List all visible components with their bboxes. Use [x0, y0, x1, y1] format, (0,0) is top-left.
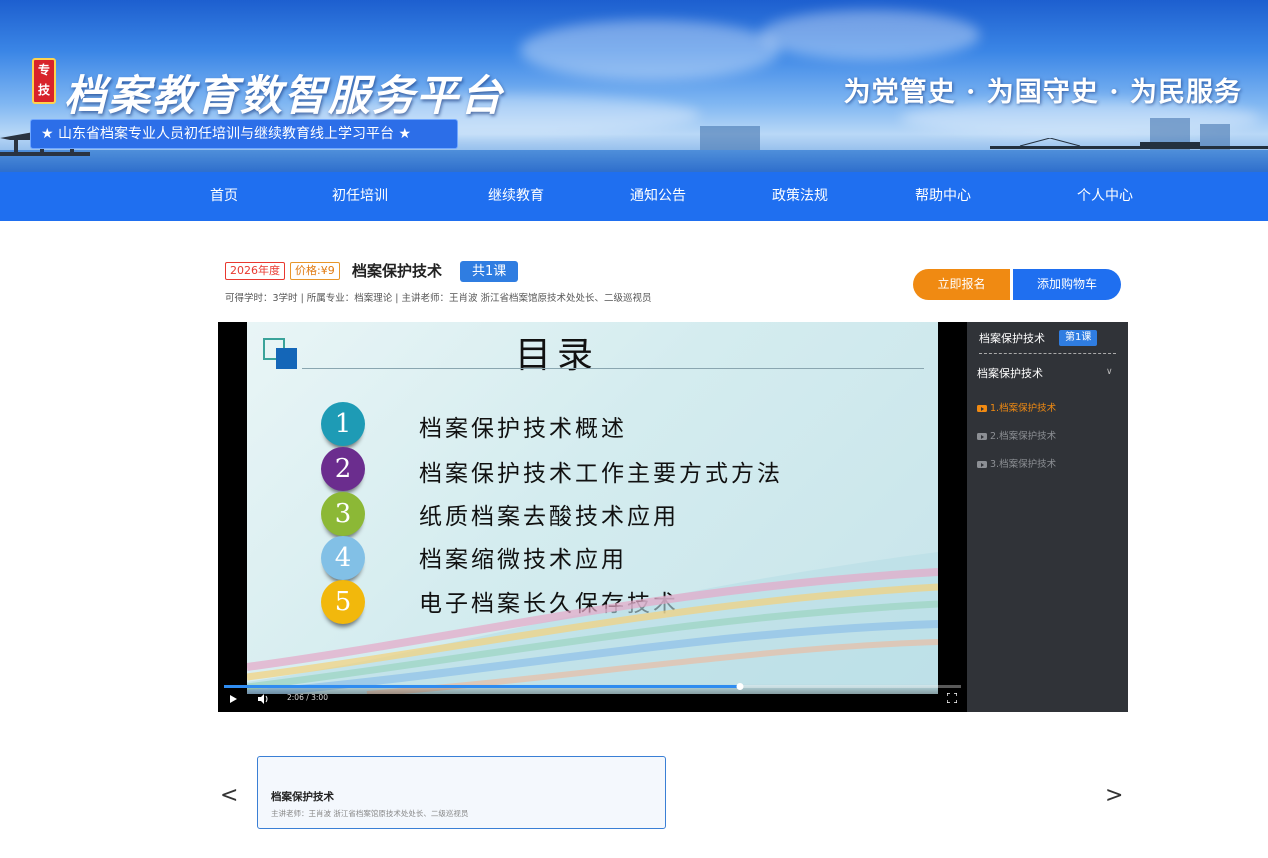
logo-badge: 专技 [32, 58, 56, 104]
player-controls [218, 684, 967, 712]
toc-number-1: 1 [321, 402, 365, 446]
carousel-prev-button[interactable]: < [220, 783, 238, 809]
play-icon[interactable] [230, 695, 237, 703]
sidebar-lesson-badge: 第1课 [1059, 330, 1098, 346]
main-nav: 首页 初任培训 继续教育 通知公告 政策法规 帮助中心 个人中心 [0, 172, 1268, 221]
slide-title: 目录 [515, 335, 600, 376]
nav-home[interactable]: 首页 [210, 172, 238, 221]
lesson-sidebar: 档案保护技术 第1课 档案保护技术 ∨ 1.档案保护技术 2.档案保护技术 3.… [967, 322, 1128, 712]
fullscreen-icon[interactable] [947, 693, 957, 703]
toc-item-3: 纸质档案去酸技术应用 [419, 504, 679, 530]
progress-handle[interactable] [736, 683, 744, 690]
video-icon [977, 461, 987, 468]
year-tag: 2026年度 [225, 262, 285, 280]
progress-fill [224, 685, 740, 688]
course-meta: 可得学时：3学时 | 所属专业：档案理论 | 主讲老师：王肖波 浙江省档案馆原技… [225, 293, 652, 304]
nav-notices[interactable]: 通知公告 [630, 172, 686, 221]
price-tag: 价格:¥9 [290, 262, 340, 280]
toc-number-2: 2 [321, 447, 365, 491]
pier-icon [990, 138, 1268, 149]
lesson-item-3[interactable]: 3.档案保护技术 [977, 456, 1056, 470]
toc-item-2: 档案保护技术工作主要方式方法 [419, 461, 783, 487]
lesson-count-badge: 共1课 [460, 261, 519, 282]
toc-item-1: 档案保护技术概述 [419, 416, 627, 442]
site-subtitle: ★ 山东省档案专业人员初任培训与继续教育线上学习平台 ★ [30, 119, 458, 149]
chevron-down-icon[interactable]: ∨ [1106, 367, 1113, 377]
sidebar-section-title[interactable]: 档案保护技术 [977, 365, 1043, 381]
lesson-card-teacher: 主讲老师：王肖波 浙江省档案馆原技术处处长、二级巡视员 [271, 809, 469, 818]
video-frame: 目录 1 档案保护技术概述 2 档案保护技术工作主要方式方法 3 纸质档案去酸技… [247, 322, 938, 694]
volume-icon[interactable] [258, 694, 270, 704]
lesson-item-2[interactable]: 2.档案保护技术 [977, 428, 1056, 442]
add-to-cart-button[interactable]: 添加购物车 [1013, 269, 1121, 300]
toc-number-3: 3 [321, 492, 365, 536]
lesson-item-label: 1.档案保护技术 [990, 403, 1057, 414]
lesson-item-1[interactable]: 1.档案保护技术 [977, 400, 1056, 414]
course-title: 档案保护技术 [352, 262, 443, 280]
video-icon [977, 405, 987, 412]
enroll-button[interactable]: 立即报名 [913, 269, 1010, 300]
lesson-card[interactable]: 档案保护技术 主讲老师：王肖波 浙江省档案馆原技术处处长、二级巡视员 [257, 756, 666, 829]
video-player[interactable]: 目录 1 档案保护技术概述 2 档案保护技术工作主要方式方法 3 纸质档案去酸技… [218, 322, 967, 712]
video-icon [977, 433, 987, 440]
slogan: 为党管史 · 为国守史 · 为民服务 [843, 77, 1242, 108]
nav-personal-center[interactable]: 个人中心 [1077, 172, 1133, 221]
header-banner: 专技 档案教育数智服务平台 ★ 山东省档案专业人员初任培训与继续教育线上学习平台… [0, 0, 1268, 172]
slide-divider [302, 368, 924, 369]
slide-decor-square-filled [276, 348, 297, 369]
lesson-card-title: 档案保护技术 [271, 791, 334, 803]
nav-initial-training[interactable]: 初任培训 [332, 172, 388, 221]
lesson-item-label: 2.档案保护技术 [990, 431, 1057, 442]
slide-decor-waves [247, 552, 938, 694]
carousel-next-button[interactable]: > [1105, 783, 1123, 809]
nav-continuing-education[interactable]: 继续教育 [488, 172, 544, 221]
time-display: 2:06 / 3:00 [287, 693, 328, 702]
sidebar-course-title: 档案保护技术 [979, 332, 1045, 345]
site-title: 档案教育数智服务平台 [64, 71, 505, 120]
nav-help-center[interactable]: 帮助中心 [915, 172, 971, 221]
sidebar-divider [979, 353, 1116, 354]
lesson-item-label: 3.档案保护技术 [990, 459, 1057, 470]
nav-policies[interactable]: 政策法规 [772, 172, 828, 221]
